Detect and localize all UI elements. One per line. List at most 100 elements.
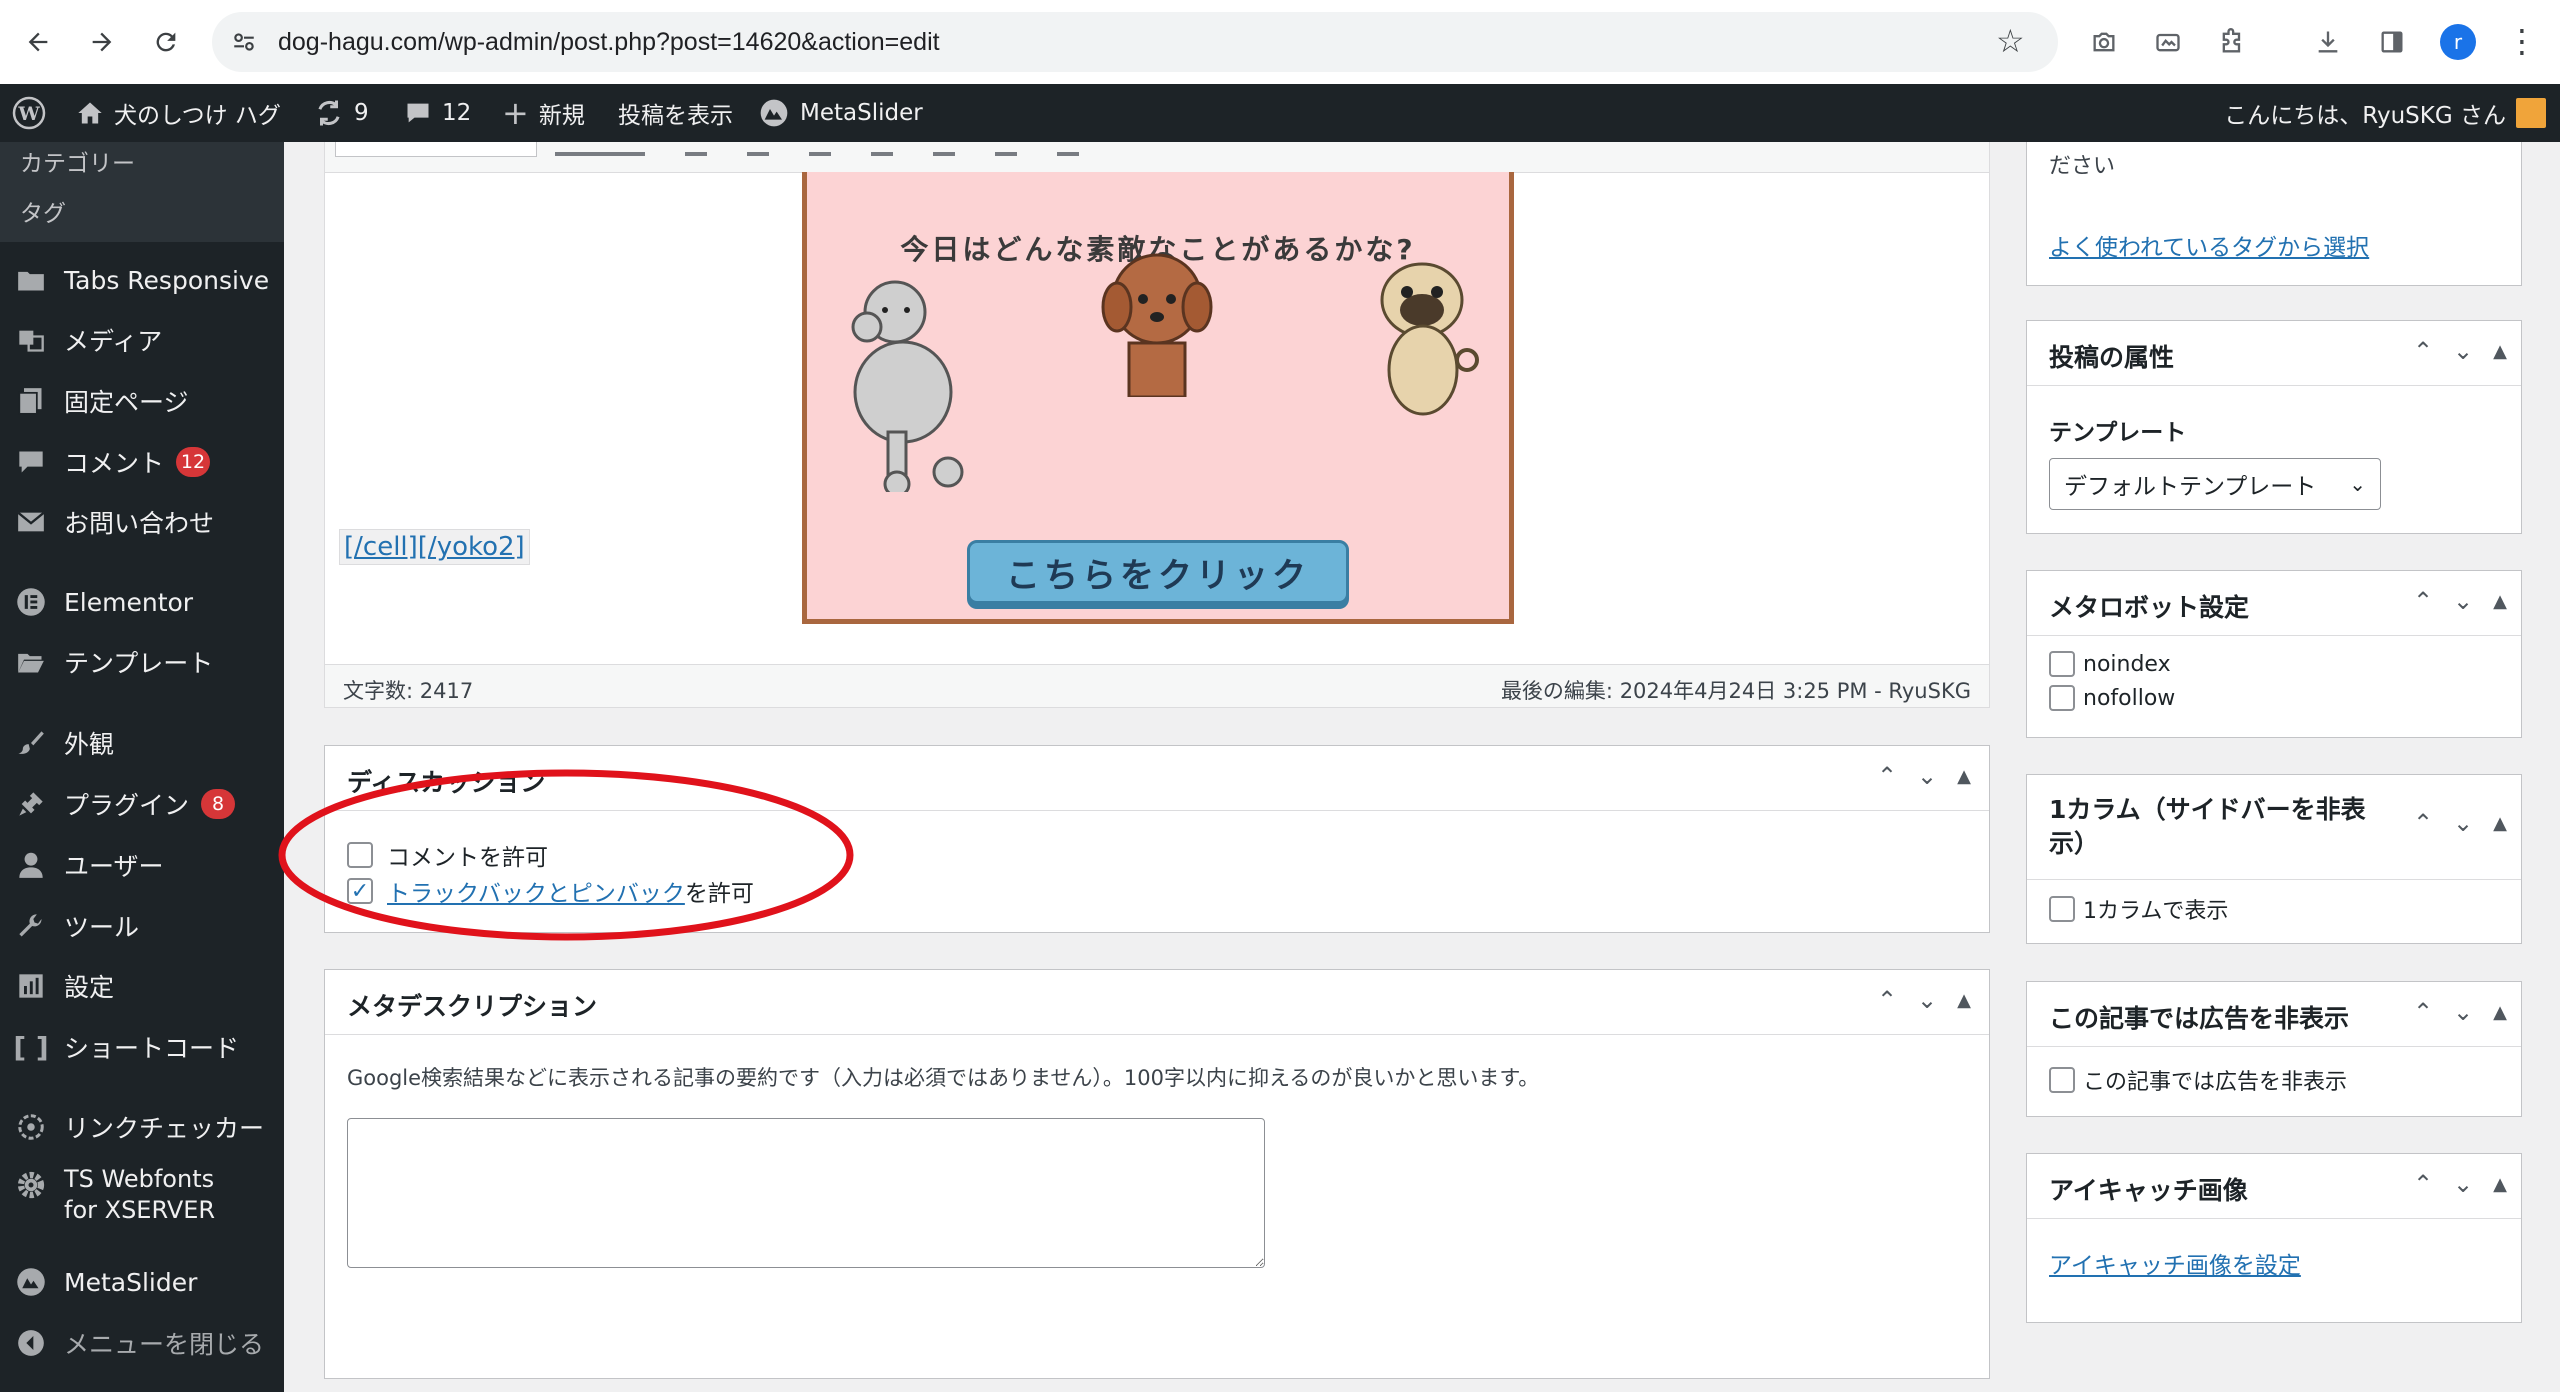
- link-checker-icon: [14, 1110, 48, 1144]
- move-up-icon[interactable]: ⌃: [1877, 762, 1897, 790]
- move-up-icon[interactable]: ⌃: [1877, 986, 1897, 1014]
- move-down-icon[interactable]: ⌄: [2453, 337, 2473, 365]
- site-info-icon[interactable]: [226, 24, 262, 60]
- one-column-header[interactable]: 1カラム（サイドバーを非表示） ⌃ ⌄ ▲: [2027, 775, 2521, 880]
- toggle-panel-icon[interactable]: ▲: [2493, 341, 2507, 365]
- collapse-icon: [14, 1326, 48, 1360]
- post-attributes-header[interactable]: 投稿の属性 ⌃ ⌄ ▲: [2027, 321, 2521, 386]
- one-column-checkbox[interactable]: [2049, 896, 2075, 922]
- sidebar-item-label: ショートコード: [64, 1034, 240, 1063]
- reload-icon[interactable]: [144, 20, 188, 64]
- post-attributes-panel: 投稿の属性 ⌃ ⌄ ▲ テンプレート デフォルトテンプレート ⌄: [2026, 320, 2522, 534]
- sidebar-item-shortcode[interactable]: [ ] ショートコード: [13, 1024, 240, 1070]
- meta-description-header[interactable]: メタデスクリプション ⌃ ⌄ ▲: [325, 970, 1989, 1035]
- meta-robots-header[interactable]: メタロボット設定 ⌃ ⌄ ▲: [2027, 571, 2521, 636]
- sidebar-item-label: 設定: [64, 973, 115, 1002]
- move-up-icon[interactable]: ⌃: [2413, 587, 2433, 615]
- move-down-icon[interactable]: ⌄: [2453, 1170, 2473, 1198]
- hide-ads-header[interactable]: この記事では広告を非表示 ⌃ ⌄ ▲: [2027, 982, 2521, 1047]
- one-column-option[interactable]: 1カラムで表示: [2049, 893, 2228, 925]
- side-panel-icon[interactable]: [2372, 22, 2412, 62]
- new-content-link[interactable]: + 新規: [502, 84, 585, 142]
- noindex-option[interactable]: noindex: [2049, 651, 2171, 677]
- sidebar-item-plugins[interactable]: プラグイン 8: [14, 781, 236, 827]
- sidebar-item-settings[interactable]: 設定: [14, 963, 114, 1009]
- one-column-title: 1カラム（サイドバーを非表示）: [2049, 795, 2366, 858]
- meta-robots-panel: メタロボット設定 ⌃ ⌄ ▲ noindex nofollow: [2026, 570, 2522, 738]
- move-up-icon[interactable]: ⌃: [2413, 809, 2433, 837]
- toggle-panel-icon[interactable]: ▲: [1957, 990, 1971, 1014]
- sidebar-item-appearance[interactable]: 外観: [14, 720, 114, 766]
- toy-poodle-illustration: [1101, 253, 1213, 397]
- move-down-icon[interactable]: ⌄: [2453, 809, 2473, 837]
- collapse-menu-button[interactable]: メニューを閉じる: [14, 1320, 264, 1366]
- format-select[interactable]: [335, 142, 537, 157]
- updates-link[interactable]: 9: [314, 84, 369, 142]
- hide-ads-option[interactable]: この記事では広告を非表示: [2049, 1064, 2347, 1096]
- featured-image-title: アイキャッチ画像: [2049, 1176, 2248, 1205]
- sidebar-item-comments[interactable]: コメント 12: [14, 439, 211, 485]
- toggle-panel-icon[interactable]: ▲: [2493, 591, 2507, 615]
- sidebar-item-elementor[interactable]: Elementor: [14, 579, 193, 625]
- nofollow-checkbox[interactable]: [2049, 685, 2075, 711]
- camera-icon[interactable]: [2084, 22, 2124, 62]
- sidebar-item-media[interactable]: メディア: [14, 317, 162, 363]
- hide-ads-checkbox[interactable]: [2049, 1067, 2075, 1093]
- toolbar-buttons[interactable]: [555, 146, 1555, 160]
- download-icon[interactable]: [2308, 22, 2348, 62]
- profile-avatar[interactable]: r: [2440, 24, 2476, 60]
- move-down-icon[interactable]: ⌄: [1917, 762, 1937, 790]
- set-featured-image-link[interactable]: アイキャッチ画像を設定: [2049, 1246, 2301, 1280]
- sidebar-item-tools[interactable]: ツール: [14, 903, 139, 949]
- featured-image-header[interactable]: アイキャッチ画像 ⌃ ⌄ ▲: [2027, 1154, 2521, 1219]
- wordpress-logo-icon[interactable]: W: [12, 84, 46, 142]
- meta-description-input[interactable]: [347, 1118, 1265, 1268]
- sidebar-item-tabs-responsive[interactable]: Tabs Responsive: [14, 257, 269, 303]
- move-down-icon[interactable]: ⌄: [2453, 998, 2473, 1026]
- toggle-panel-icon[interactable]: ▲: [2493, 813, 2507, 837]
- comments-link[interactable]: 12: [404, 84, 471, 142]
- nofollow-option[interactable]: nofollow: [2049, 685, 2175, 711]
- sidebar-item-link-checker[interactable]: リンクチェッカー: [14, 1104, 264, 1150]
- sidebar-item-templates[interactable]: テンプレート: [14, 639, 213, 685]
- browser-toolbar: dog-hagu.com/wp-admin/post.php?post=1462…: [0, 0, 2560, 85]
- back-arrow-icon[interactable]: [16, 20, 60, 64]
- toggle-panel-icon[interactable]: ▲: [2493, 1174, 2507, 1198]
- panel-controls: ⌃ ⌄ ▲: [2413, 809, 2507, 837]
- shortcode-text[interactable]: [/cell][/yoko2]: [339, 529, 530, 565]
- sidebar-item-ts-webfonts[interactable]: TS Webfonts for XSERVER: [14, 1164, 264, 1240]
- brackets-icon: [ ]: [13, 1030, 49, 1064]
- toggle-panel-icon[interactable]: ▲: [1957, 766, 1971, 790]
- metaslider-link[interactable]: MetaSlider: [758, 84, 923, 142]
- move-down-icon[interactable]: ⌄: [2453, 587, 2473, 615]
- most-used-tags-link[interactable]: よく使われているタグから選択: [2049, 228, 2369, 262]
- submenu-category[interactable]: カテゴリー: [20, 144, 135, 178]
- forward-arrow-icon[interactable]: [80, 20, 124, 64]
- toggle-panel-icon[interactable]: ▲: [2493, 1002, 2507, 1026]
- move-up-icon[interactable]: ⌃: [2413, 1170, 2433, 1198]
- submenu-tag[interactable]: タグ: [20, 194, 66, 228]
- browser-menu-icon[interactable]: ⋮: [2506, 22, 2538, 60]
- bookmark-star-icon[interactable]: ☆: [1996, 22, 2025, 60]
- gear-icon: [14, 1168, 48, 1202]
- move-up-icon[interactable]: ⌃: [2413, 998, 2433, 1026]
- sidebar-item-metaslider[interactable]: MetaSlider: [14, 1259, 197, 1305]
- media-router-icon[interactable]: [2148, 22, 2188, 62]
- view-post-link[interactable]: 投稿を表示: [618, 84, 733, 142]
- sidebar-item-users[interactable]: ユーザー: [14, 842, 164, 888]
- meta-description-title: メタデスクリプション: [347, 992, 598, 1021]
- url-text[interactable]: dog-hagu.com/wp-admin/post.php?post=1462…: [278, 24, 940, 60]
- site-name-link[interactable]: 犬のしつけ ハグ: [76, 84, 281, 142]
- my-account-link[interactable]: こんにちは、RyuSKG さん: [2224, 84, 2546, 142]
- move-up-icon[interactable]: ⌃: [2413, 337, 2433, 365]
- move-down-icon[interactable]: ⌄: [1917, 986, 1937, 1014]
- page-icon: [14, 384, 48, 418]
- noindex-checkbox[interactable]: [2049, 651, 2075, 677]
- sidebar-item-contact[interactable]: お問い合わせ: [14, 499, 214, 545]
- extensions-puzzle-icon[interactable]: [2212, 22, 2252, 62]
- folder-open-icon: [14, 645, 48, 679]
- plus-icon: +: [502, 94, 529, 132]
- sidebar-item-pages[interactable]: 固定ページ: [14, 378, 189, 424]
- shortcode-link[interactable]: [/cell][/yoko2]: [344, 532, 525, 562]
- template-select[interactable]: デフォルトテンプレート ⌄: [2049, 458, 2381, 510]
